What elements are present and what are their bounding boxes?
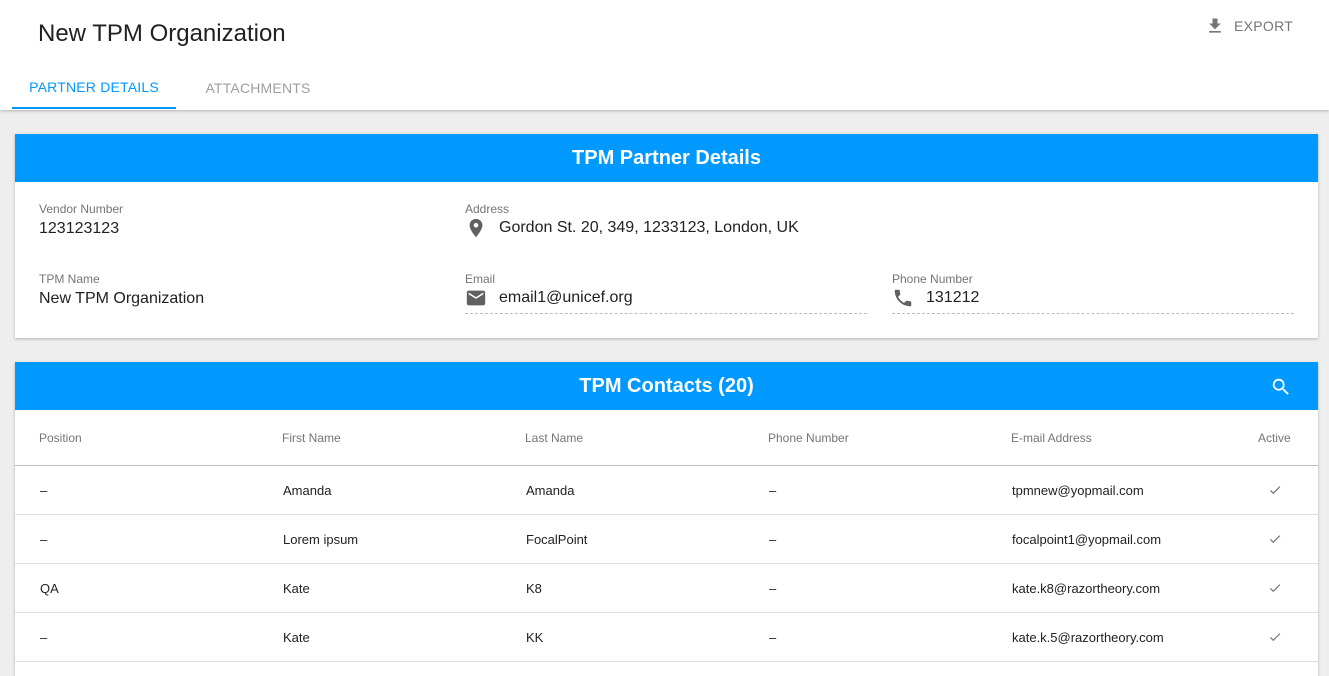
cell-position: – [40, 630, 48, 645]
cell-first-name: Amanda [283, 483, 332, 498]
address-label: Address [465, 202, 510, 216]
check-icon [1268, 581, 1282, 595]
column-position[interactable]: Position [39, 431, 82, 445]
cell-last-name: K8 [526, 581, 542, 596]
cell-email: focalpoint1@yopmail.com [1012, 532, 1162, 547]
column-first-name[interactable]: First Name [282, 431, 341, 445]
check-icon [1268, 532, 1282, 546]
email-label: Email [465, 272, 496, 286]
cell-email: tpmnew@yopmail.com [1012, 483, 1144, 498]
cell-email: kate.k.5@razortheory.com [1012, 630, 1164, 645]
phone-field: Phone Number 131212 [892, 272, 1294, 314]
tpm-name-value: New TPM Organization [39, 290, 205, 307]
cell-email: kate.k8@razortheory.com [1012, 581, 1161, 596]
check-icon [1268, 483, 1282, 497]
cell-last-name: Amanda [526, 483, 575, 498]
cell-position: QA [40, 581, 59, 596]
table-row[interactable]: – Amanda Amanda – tpmnew@yopmail.com [15, 466, 1318, 515]
check-icon [1268, 630, 1282, 644]
phone-label: Phone Number [892, 272, 973, 286]
address-field: Address Gordon St. 20, 349, 1233123, Lon… [465, 202, 1295, 239]
phone-icon [894, 289, 912, 307]
tab-bar: PARTNER DETAILS ATTACHMENTS [12, 67, 340, 109]
cell-first-name: Lorem ipsum [283, 532, 359, 547]
table-row[interactable]: QA Kate K8 – kate.k8@razortheory.com [15, 564, 1318, 613]
email-icon [466, 290, 486, 306]
table-row[interactable]: – Kate KK – kate.k.5@razortheory.com [15, 613, 1318, 662]
vendor-number-field: Vendor Number 123123123 [39, 202, 439, 238]
tpm-name-label: TPM Name [39, 272, 100, 286]
download-icon [1209, 18, 1221, 33]
page-title: New TPM Organization [38, 20, 286, 47]
cell-position: – [40, 532, 48, 547]
partner-details-card: TPM Partner Details Vendor Number 123123… [15, 134, 1318, 338]
email-field: Email email1@unicef.org [465, 272, 867, 314]
export-button[interactable]: EXPORT [1205, 14, 1293, 38]
cell-phone: – [769, 532, 777, 547]
vendor-number-label: Vendor Number [39, 202, 124, 216]
table-row[interactable]: – Lorem ipsum FocalPoint – focalpoint1@y… [15, 515, 1318, 564]
partner-details-title: TPM Partner Details [15, 134, 1318, 182]
cell-first-name: Kate [283, 581, 310, 596]
column-phone-number[interactable]: Phone Number [768, 431, 849, 445]
location-pin-icon [469, 218, 483, 238]
export-label: EXPORT [1234, 18, 1294, 34]
email-value: email1@unicef.org [499, 289, 633, 306]
tab-partner-details[interactable]: PARTNER DETAILS [12, 67, 176, 109]
cell-phone: – [769, 483, 777, 498]
cell-phone: – [769, 581, 777, 596]
column-email-address[interactable]: E-mail Address [1011, 431, 1092, 445]
cell-phone: – [769, 630, 777, 645]
tpm-name-field: TPM Name New TPM Organization [39, 272, 439, 308]
table-header: Position First Name Last Name Phone Numb… [15, 410, 1318, 466]
vendor-number-value: 123123123 [39, 220, 120, 237]
cell-last-name: FocalPoint [526, 532, 588, 547]
tab-attachments[interactable]: ATTACHMENTS [176, 67, 340, 109]
phone-value: 131212 [926, 289, 980, 306]
cell-first-name: Kate [283, 630, 310, 645]
column-active[interactable]: Active [1258, 431, 1291, 445]
contacts-card: TPM Contacts (20) Position First Name La… [15, 362, 1318, 676]
contacts-title: TPM Contacts (20) [579, 374, 754, 397]
cell-last-name: KK [526, 630, 544, 645]
contacts-header: TPM Contacts (20) [15, 362, 1318, 410]
search-icon [1272, 378, 1289, 395]
search-button[interactable] [1270, 376, 1292, 398]
cell-position: – [40, 483, 48, 498]
column-last-name[interactable]: Last Name [525, 431, 583, 445]
address-value: Gordon St. 20, 349, 1233123, London, UK [499, 219, 799, 236]
page-header: New TPM Organization EXPORT PARTNER DETA… [0, 0, 1329, 110]
